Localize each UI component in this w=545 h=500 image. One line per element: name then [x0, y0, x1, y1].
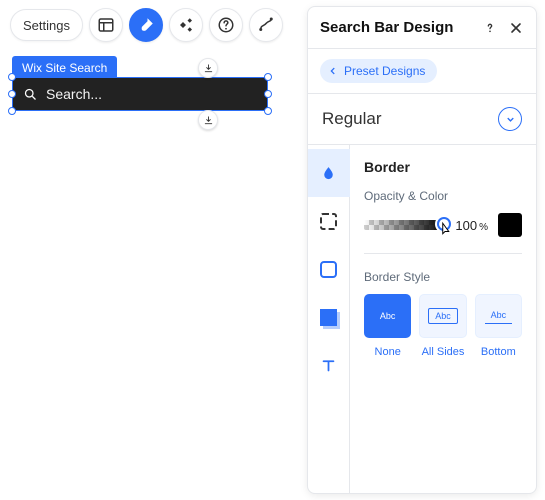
text-icon: [320, 357, 337, 374]
layout-icon: [97, 16, 115, 34]
state-selector[interactable]: Regular: [308, 94, 536, 145]
search-icon: [23, 87, 38, 102]
close-icon[interactable]: [508, 20, 524, 36]
brush-icon: [137, 16, 155, 34]
element-tag-text: Wix Site Search: [22, 61, 107, 75]
border-style-all[interactable]: Abc: [419, 294, 466, 338]
resize-handle[interactable]: [8, 90, 16, 98]
resize-handle[interactable]: [264, 107, 272, 115]
dashed-square-icon: [320, 213, 337, 230]
animation-button[interactable]: [169, 8, 203, 42]
download-icon: [203, 63, 214, 74]
layout-button[interactable]: [89, 8, 123, 42]
style-label-all: All Sides: [419, 346, 466, 358]
search-placeholder: Search...: [46, 86, 102, 102]
style-label-bottom: Bottom: [475, 346, 522, 358]
path-icon: [257, 16, 275, 34]
opacity-slider[interactable]: [364, 220, 445, 230]
opacity-label: Opacity & Color: [364, 189, 522, 203]
panel-header: Search Bar Design: [308, 7, 536, 49]
tab-content: Border Opacity & Color 100 % Border Styl…: [350, 145, 536, 493]
design-tabs: [308, 145, 350, 493]
tab-fill[interactable]: [308, 149, 350, 197]
tab-text[interactable]: [308, 341, 350, 389]
border-style-none[interactable]: Abc: [364, 294, 411, 338]
chevron-down-icon: [498, 107, 522, 131]
sample-text: Abc: [373, 308, 403, 324]
drop-icon: [320, 165, 337, 182]
tab-border[interactable]: [308, 197, 350, 245]
sample-text: Abc: [428, 308, 458, 324]
tab-corners[interactable]: [308, 245, 350, 293]
download-icon: [203, 115, 214, 126]
opacity-row: 100 %: [364, 213, 522, 237]
resize-handle[interactable]: [8, 107, 16, 115]
sample-text: Abc: [485, 308, 513, 324]
breadcrumb: Preset Designs: [308, 49, 536, 94]
resize-handle[interactable]: [264, 73, 272, 81]
border-style-label: Border Style: [364, 270, 522, 284]
opacity-value: 100 %: [455, 218, 488, 233]
panel-body: Border Opacity & Color 100 % Border Styl…: [308, 145, 536, 493]
stretch-button[interactable]: [249, 8, 283, 42]
resize-handle[interactable]: [8, 73, 16, 81]
breadcrumb-back[interactable]: Preset Designs: [320, 59, 437, 83]
question-icon: [217, 16, 235, 34]
border-style-labels: None All Sides Bottom: [364, 346, 522, 358]
help-button[interactable]: [209, 8, 243, 42]
editor-toolbar: Settings: [10, 8, 283, 42]
corners-icon: [320, 261, 337, 278]
color-swatch[interactable]: [498, 213, 522, 237]
section-title: Border: [364, 159, 522, 175]
chevron-left-icon: [328, 66, 338, 76]
state-label: Regular: [322, 109, 382, 129]
shadow-icon: [320, 309, 337, 326]
border-style-options: Abc Abc Abc: [364, 294, 522, 338]
design-panel: Search Bar Design Preset Designs Regular: [307, 6, 537, 494]
attach-bottom-handle[interactable]: [198, 110, 218, 130]
sparkle-icon: [177, 16, 195, 34]
style-label-none: None: [364, 346, 411, 358]
help-icon[interactable]: [482, 20, 498, 36]
border-style-bottom[interactable]: Abc: [475, 294, 522, 338]
settings-button[interactable]: Settings: [10, 9, 83, 41]
settings-label: Settings: [23, 18, 70, 33]
attach-top-handle[interactable]: [198, 58, 218, 78]
resize-handle[interactable]: [264, 90, 272, 98]
design-button[interactable]: [129, 8, 163, 42]
panel-title: Search Bar Design: [320, 19, 472, 36]
cursor-pointer-icon: [436, 221, 454, 242]
breadcrumb-label: Preset Designs: [344, 64, 425, 78]
tab-shadow[interactable]: [308, 293, 350, 341]
divider: [364, 253, 522, 254]
search-bar-element[interactable]: Search...: [12, 77, 268, 111]
